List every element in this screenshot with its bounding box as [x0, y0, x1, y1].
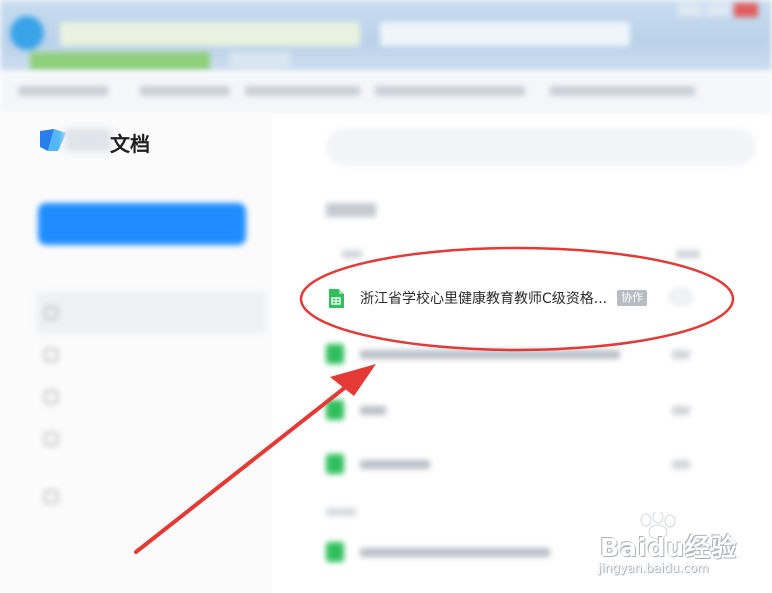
search-input[interactable]: [326, 128, 756, 166]
bookmark-item[interactable]: [550, 86, 695, 96]
sheet-file-icon: [326, 344, 344, 364]
list-item[interactable]: [310, 382, 770, 438]
clock-icon: [44, 306, 58, 320]
logo-mosaic: [64, 128, 112, 152]
sidebar-item-starred[interactable]: [36, 334, 266, 376]
list-item[interactable]: [310, 326, 770, 382]
watermark-url: jingyan.baidu.com: [598, 561, 709, 575]
bookmarks-bar: [0, 72, 772, 112]
close-icon[interactable]: [734, 3, 758, 17]
bookmark-item[interactable]: [18, 86, 108, 96]
bookmark-item[interactable]: [375, 86, 525, 96]
folder-icon: [44, 390, 58, 404]
sidebar-item-recent[interactable]: [36, 292, 266, 334]
sheet-file-icon: [326, 454, 344, 474]
sheet-file-icon: [329, 288, 344, 308]
sidebar-item-trash[interactable]: [36, 490, 72, 504]
browser-logo-icon: [10, 16, 44, 50]
browser-toolbar: [0, 0, 772, 72]
bookmark-item[interactable]: [140, 86, 230, 96]
trash-icon: [44, 490, 58, 504]
bookmark-item[interactable]: [245, 86, 360, 96]
share-icon: [44, 432, 58, 446]
new-document-button[interactable]: [38, 203, 246, 245]
maximize-icon[interactable]: [706, 3, 730, 17]
more-options-button[interactable]: [668, 287, 694, 307]
star-icon: [44, 348, 58, 362]
collab-badge: 协作: [617, 290, 648, 306]
sidebar-item-shared[interactable]: [36, 418, 266, 460]
watermark-brand: Baidu经验: [600, 533, 738, 562]
column-header: [326, 244, 766, 264]
group-label: [326, 508, 356, 516]
browser-tab[interactable]: [30, 52, 210, 70]
section-title: [326, 202, 376, 221]
browser-search-bar[interactable]: [380, 22, 630, 46]
sheet-file-icon: [326, 400, 344, 420]
sidebar-nav: [36, 292, 266, 504]
sidebar-item-mine[interactable]: [36, 376, 266, 418]
minimize-icon[interactable]: [678, 3, 702, 17]
list-item[interactable]: [310, 436, 770, 492]
file-row-highlighted[interactable]: 浙江省学校心里健康教育教师C级资格... 协作: [318, 280, 718, 316]
address-bar[interactable]: [60, 22, 360, 46]
sheet-file-icon: [326, 542, 344, 562]
file-name: 浙江省学校心里健康教育教师C级资格...: [360, 291, 608, 307]
window-controls: [674, 2, 764, 20]
app-logo-text: 文档: [110, 132, 150, 156]
browser-tab[interactable]: [230, 52, 290, 70]
